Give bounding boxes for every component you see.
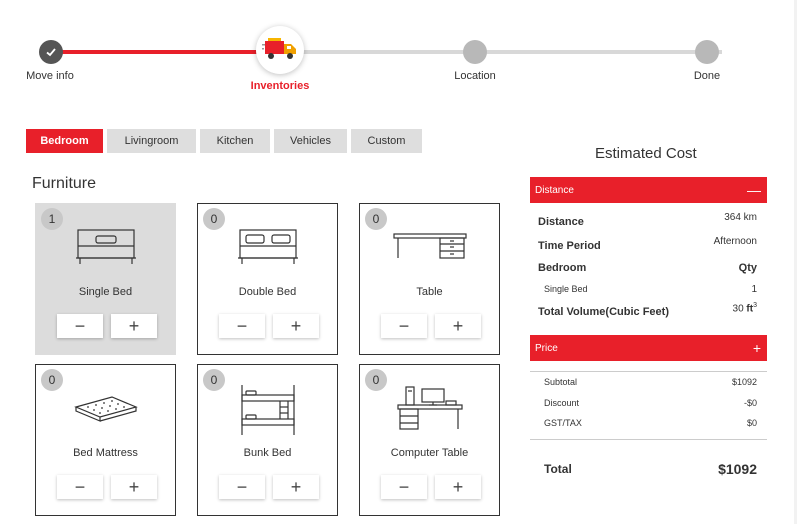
- total-volume-label: Total Volume(Cubic Feet): [538, 306, 669, 318]
- item-label: Double Bed: [238, 286, 297, 298]
- step-done-dot[interactable]: [695, 40, 719, 64]
- item-label: Computer Table: [390, 447, 469, 459]
- item-card-computer-table[interactable]: 0 Computer Table − +: [359, 364, 500, 516]
- step-done-label[interactable]: Done: [694, 70, 720, 82]
- section-title: Furniture: [32, 175, 97, 192]
- single-bed-row: Single Bed 1: [538, 284, 757, 295]
- tab-vehicles[interactable]: Vehicles: [274, 129, 347, 153]
- distance-label: Distance: [538, 216, 584, 228]
- progress-track-complete: [50, 50, 280, 54]
- item-label: Table: [416, 286, 443, 298]
- price-section-label: Price: [535, 342, 558, 354]
- item-card-table[interactable]: 0 Table − +: [359, 203, 500, 355]
- total-label: Total: [544, 462, 572, 476]
- step-move-info-label[interactable]: Move info: [26, 70, 74, 82]
- step-inventories-dot[interactable]: [256, 26, 304, 74]
- distance-section-header[interactable]: Distance —: [530, 177, 767, 203]
- increment-button[interactable]: +: [435, 475, 481, 499]
- increment-button[interactable]: +: [435, 314, 481, 338]
- divider: [530, 371, 767, 372]
- step-inventories-label[interactable]: Inventories: [251, 80, 310, 92]
- mattress-icon: [73, 396, 138, 422]
- table-icon: [392, 233, 467, 259]
- double-bed-icon: [237, 229, 298, 264]
- item-label: Bunk Bed: [243, 447, 292, 459]
- subtotal-row: Subtotal $1092: [538, 377, 757, 387]
- progress-stepper: Move info Inventories Location Done: [0, 0, 797, 110]
- decrement-button[interactable]: −: [219, 314, 265, 338]
- step-location-dot[interactable]: [463, 40, 487, 64]
- total-row: Total $1092: [538, 461, 757, 477]
- single-bed-icon: [75, 229, 136, 264]
- distance-row: Distance 364 km: [538, 212, 757, 228]
- category-tabs: Bedroom Livingroom Kitchen Vehicles Cust…: [26, 129, 422, 153]
- step-location-label[interactable]: Location: [454, 70, 496, 82]
- distance-section-label: Distance: [535, 184, 574, 196]
- checkmark-icon: [46, 48, 56, 57]
- decrement-button[interactable]: −: [57, 314, 103, 338]
- computer-table-icon: [396, 386, 463, 430]
- gst-label: GST/TAX: [544, 418, 582, 428]
- step-move-info-dot[interactable]: [39, 40, 63, 64]
- item-card-double-bed[interactable]: 0 Double Bed − +: [197, 203, 338, 355]
- decrement-button[interactable]: −: [219, 475, 265, 499]
- item-card-bunk-bed[interactable]: 0 Bunk Bed − +: [197, 364, 338, 516]
- single-bed-qty: 1: [751, 284, 757, 295]
- bunk-bed-icon: [240, 385, 295, 435]
- estimated-cost-title: Estimated Cost: [595, 145, 697, 162]
- progress-track-remaining: [280, 50, 722, 54]
- decrement-button[interactable]: −: [381, 475, 427, 499]
- total-value: $1092: [718, 461, 757, 477]
- time-period-label: Time Period: [538, 240, 601, 252]
- total-volume-value: 30 ft3: [732, 302, 757, 315]
- bedroom-label: Bedroom: [538, 262, 587, 274]
- increment-button[interactable]: +: [111, 475, 157, 499]
- gst-value: $0: [746, 418, 757, 428]
- divider: [530, 439, 767, 440]
- truck-icon: [262, 38, 296, 59]
- collapse-icon[interactable]: —: [747, 182, 761, 198]
- total-volume-row: Total Volume(Cubic Feet) 30 ft3: [538, 302, 757, 318]
- discount-value: -$0: [743, 398, 757, 408]
- tab-kitchen[interactable]: Kitchen: [200, 129, 270, 153]
- price-section-header[interactable]: Price +: [530, 335, 767, 361]
- discount-label: Discount: [544, 398, 580, 408]
- distance-value: 364 km: [724, 212, 757, 223]
- tab-custom[interactable]: Custom: [351, 129, 422, 153]
- expand-icon[interactable]: +: [753, 340, 761, 356]
- discount-row: Discount -$0: [538, 398, 757, 408]
- qty-label: Qty: [738, 262, 757, 274]
- tab-livingroom[interactable]: Livingroom: [107, 129, 196, 153]
- time-period-row: Time Period Afternoon: [538, 236, 757, 252]
- item-card-bed-mattress[interactable]: 0 Bed Mattress − +: [35, 364, 176, 516]
- time-period-value: Afternoon: [713, 236, 757, 247]
- decrement-button[interactable]: −: [381, 314, 427, 338]
- subtotal-label: Subtotal: [544, 377, 578, 387]
- increment-button[interactable]: +: [273, 314, 319, 338]
- gst-row: GST/TAX $0: [538, 418, 757, 428]
- subtotal-value: $1092: [731, 377, 757, 387]
- single-bed-label: Single Bed: [544, 284, 588, 294]
- item-card-single-bed[interactable]: 1 Single Bed − +: [35, 203, 176, 355]
- decrement-button[interactable]: −: [57, 475, 103, 499]
- bedroom-header-row: Bedroom Qty: [538, 262, 757, 274]
- increment-button[interactable]: +: [273, 475, 319, 499]
- item-label: Bed Mattress: [73, 447, 138, 459]
- item-label: Single Bed: [78, 286, 133, 298]
- increment-button[interactable]: +: [111, 314, 157, 338]
- tab-bedroom[interactable]: Bedroom: [26, 129, 103, 153]
